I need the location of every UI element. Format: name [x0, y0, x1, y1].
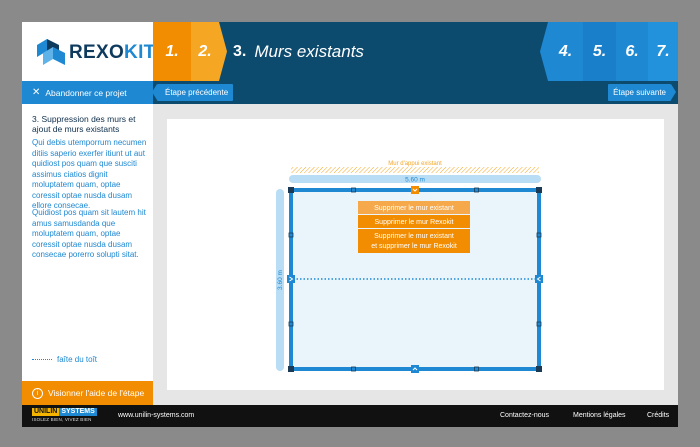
step-arrow	[540, 22, 548, 81]
step-5[interactable]: 5.	[583, 22, 616, 81]
instructions-heading: 3. Suppression des murs et ajout de murs…	[32, 114, 136, 134]
ridge-right-handle[interactable]	[535, 275, 543, 283]
step-1-label: 1.	[165, 42, 179, 60]
width-dimension-label: 5.60 m	[405, 177, 425, 184]
selected-wall-marker[interactable]	[411, 186, 419, 194]
logo-text-kit: KIT	[124, 42, 156, 63]
step-4[interactable]: 4.	[548, 22, 583, 81]
legal-notice-link[interactable]: Mentions légales	[573, 412, 626, 419]
sidebar: 3. Suppression des murs et ajout de murs…	[22, 104, 153, 405]
logo: REXOKIT	[22, 22, 156, 81]
floor-plan-canvas[interactable]: Mur d'appui existant 5.60 m 3.60 m Suppr…	[167, 119, 664, 390]
info-icon: i	[32, 387, 43, 399]
abandon-project-button[interactable]: ✕ Abandonner ce projet	[22, 81, 153, 104]
step-2[interactable]: 2.	[191, 22, 219, 81]
rexokit-logo-icon	[37, 39, 65, 65]
step-3-number: 3.	[233, 42, 247, 60]
unilin-tagline: ISOLEZ BIEN, VIVEZ BIEN	[32, 417, 92, 422]
step-navigation-bar: Étape précédente Étape suivante	[151, 81, 678, 104]
ridge-left-handle[interactable]	[287, 275, 295, 283]
corner-handle[interactable]	[288, 366, 294, 372]
footer: UNILIN SYSTEMS ISOLEZ BIEN, VIVEZ BIEN w…	[22, 405, 678, 427]
ridge-legend-label: faîte du toît	[57, 355, 98, 364]
credits-link[interactable]: Crédits	[647, 412, 669, 419]
step-6[interactable]: 6.	[616, 22, 648, 81]
view-help-button[interactable]: i Visionner l'aide de l'étape	[22, 381, 153, 405]
abandon-project-label: Abandonner ce projet	[45, 87, 127, 98]
step-4-label: 4.	[558, 42, 573, 60]
floor-plan: Mur d'appui existant 5.60 m 3.60 m Suppr…	[276, 161, 543, 373]
menu-delete-rexokit-wall-label: Supprimer le mur Rexokit	[375, 219, 454, 226]
step-5-label: 5.	[592, 42, 607, 60]
instructions-paragraph-1: Qui debis utemporrum necumen ditiis sape…	[32, 138, 147, 210]
header: REXOKIT 1. 2. 3. Murs existants 4. 5. 6.…	[22, 22, 678, 81]
contact-link[interactable]: Contactez-nous	[500, 412, 549, 419]
app-frame: REXOKIT 1. 2. 3. Murs existants 4. 5. 6.…	[22, 22, 678, 427]
previous-step-button[interactable]: Étape précédente	[151, 84, 234, 101]
page-title: Murs existants	[254, 41, 364, 61]
menu-delete-both-walls-label-line2: et supprimer le mur Rexokit	[371, 243, 457, 250]
instructions-paragraph-2: Quidiost pos quam sit lautem hit amus sa…	[32, 208, 146, 259]
step-2-label: 2.	[198, 42, 212, 60]
step-7[interactable]: 7.	[648, 22, 678, 81]
systems-logo-text: SYSTEMS	[59, 408, 97, 416]
next-step-button[interactable]: Étape suivante	[608, 84, 676, 101]
corner-handle[interactable]	[288, 187, 294, 193]
website-link[interactable]: www.unilin-systems.com	[118, 412, 194, 419]
close-icon: ✕	[32, 87, 41, 98]
unilin-logo-text: UNILIN	[32, 408, 60, 416]
menu-delete-existing-wall-label: Supprimer le mur existant	[374, 205, 454, 212]
height-dimension-label: 3.60 m	[277, 270, 284, 290]
logo-text-rexo: REXO	[69, 42, 125, 63]
corner-handle[interactable]	[536, 366, 542, 372]
ridge-legend: faîte du toît	[32, 355, 97, 364]
menu-delete-both-walls-label-line1: Supprimer le mur existant	[374, 233, 454, 240]
bearing-wall	[291, 167, 539, 173]
step-6-label: 6.	[625, 42, 639, 60]
step-7-label: 7.	[656, 42, 670, 60]
wall-context-menu: Supprimer le mur existant Supprimer le m…	[358, 201, 470, 253]
view-help-label: Visionner l'aide de l'étape	[48, 388, 145, 398]
bottom-wall-marker[interactable]	[411, 365, 419, 373]
corner-handle[interactable]	[536, 187, 542, 193]
unilin-logo: UNILIN SYSTEMS ISOLEZ BIEN, VIVEZ BIEN	[32, 408, 114, 424]
step-3-current: 3. Murs existants	[219, 22, 546, 81]
dotted-line-icon	[32, 359, 52, 360]
bearing-wall-label: Mur d'appui existant	[388, 161, 442, 167]
step-1[interactable]: 1.	[153, 22, 191, 81]
